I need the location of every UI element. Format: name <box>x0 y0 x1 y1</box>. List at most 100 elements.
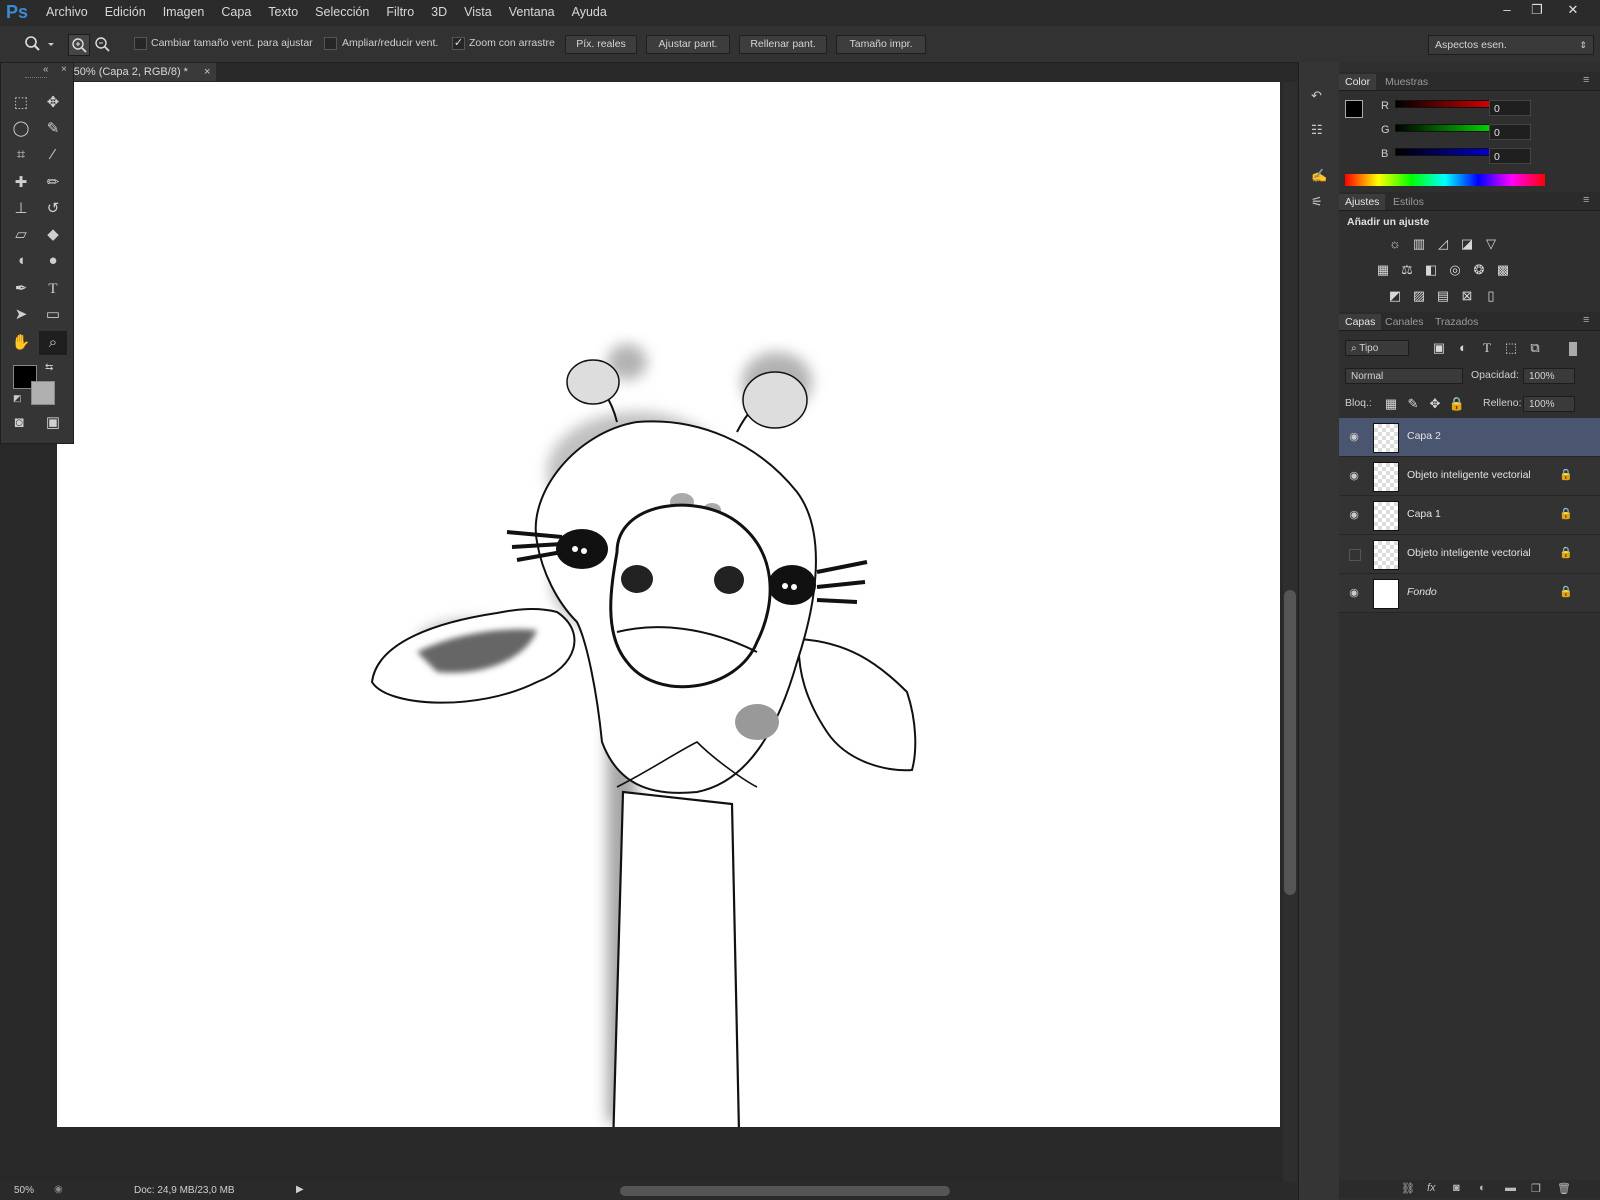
tool-preset-picker[interactable] <box>22 34 58 54</box>
layer-name[interactable]: Capa 1 <box>1407 508 1441 520</box>
horizontal-scrollbar-thumb[interactable] <box>620 1186 950 1196</box>
tab-channels[interactable]: Canales <box>1379 314 1430 330</box>
fill-screen-button[interactable]: Rellenar pant. <box>739 35 827 54</box>
visibility-toggle-hidden[interactable] <box>1349 549 1361 561</box>
photo-filter-icon[interactable]: ◎ <box>1445 260 1465 280</box>
zoom-all-windows-checkbox[interactable] <box>324 37 337 50</box>
history-brush-tool-icon[interactable]: ↺ <box>39 197 67 221</box>
tab-paths[interactable]: Trazados <box>1429 314 1484 330</box>
actual-pixels-button[interactable]: Píx. reales <box>565 35 637 54</box>
visibility-eye-icon[interactable]: ◉ <box>1347 508 1361 522</box>
brightness-contrast-icon[interactable]: ☼ <box>1385 234 1405 254</box>
black-white-icon[interactable]: ◧ <box>1421 260 1441 280</box>
color-foreground-swatch[interactable] <box>1345 100 1363 118</box>
clone-stamp-tool-icon[interactable]: ⊥ <box>7 197 35 221</box>
zoom-level[interactable]: 50% <box>14 1185 34 1196</box>
workspace-select[interactable]: Aspectos esen. ⇕ <box>1428 35 1594 55</box>
menu-texto[interactable]: Texto <box>268 5 298 19</box>
path-selection-tool-icon[interactable]: ➤ <box>7 303 35 327</box>
swap-colors-icon[interactable]: ⇆ <box>45 362 53 373</box>
eraser-tool-icon[interactable]: ▱ <box>7 223 35 247</box>
fit-screen-button[interactable]: Ajustar pant. <box>646 35 730 54</box>
zoom-tool-icon[interactable]: ⌕ <box>39 331 67 355</box>
hand-tool-icon[interactable]: ✋ <box>7 331 35 355</box>
canvas[interactable] <box>57 82 1280 1200</box>
filter-shape-icon[interactable]: ⬚ <box>1501 338 1521 358</box>
status-menu-arrow-icon[interactable]: ▶ <box>296 1184 304 1195</box>
new-layer-icon[interactable]: ❐ <box>1531 1182 1541 1195</box>
filter-pixel-icon[interactable]: ▣ <box>1429 338 1449 358</box>
channel-mixer-icon[interactable]: ❂ <box>1469 260 1489 280</box>
layer-row[interactable]: Objeto inteligente vectorial 🔒 <box>1339 535 1600 574</box>
background-color-swatch[interactable] <box>31 381 55 405</box>
visibility-eye-icon[interactable]: ◉ <box>1347 430 1361 444</box>
add-mask-icon[interactable]: ◙ <box>1453 1182 1460 1194</box>
delete-layer-icon[interactable]: 🗑 <box>1557 1182 1571 1195</box>
document-tab-close-icon[interactable]: × <box>204 63 210 81</box>
color-balance-icon[interactable]: ⚖ <box>1397 260 1417 280</box>
dodge-tool-icon[interactable]: ● <box>39 249 67 273</box>
b-channel-input[interactable]: 0 <box>1489 148 1531 164</box>
brush-panel-icon[interactable]: ✍ <box>1311 168 1329 186</box>
layer-style-icon[interactable]: fx <box>1427 1182 1436 1194</box>
panel-grip[interactable] <box>25 77 47 80</box>
link-layers-icon[interactable]: ⛓ <box>1401 1182 1415 1195</box>
restore-button[interactable]: ❐ <box>1524 1 1550 21</box>
quick-mask-icon[interactable]: ◙ <box>5 411 33 435</box>
panel-menu-icon[interactable]: ≡ <box>1583 314 1589 326</box>
quick-selection-tool-icon[interactable]: ✎ <box>39 117 67 141</box>
tab-adjustments[interactable]: Ajustes <box>1339 194 1386 210</box>
color-spectrum-ramp[interactable] <box>1345 174 1545 186</box>
menu-capa[interactable]: Capa <box>221 5 251 19</box>
brush-tool-icon[interactable]: ✏ <box>39 171 67 195</box>
status-info-icon[interactable]: ◉ <box>54 1184 63 1195</box>
rectangle-tool-icon[interactable]: ▭ <box>39 303 67 327</box>
properties-panel-icon[interactable]: ☷ <box>1311 122 1329 140</box>
filter-toggle-switch[interactable] <box>1569 342 1577 356</box>
document-tab[interactable]: al 50% (Capa 2, RGB/8) * × <box>56 63 216 81</box>
menu-imagen[interactable]: Imagen <box>163 5 205 19</box>
close-panel-icon[interactable]: × <box>61 64 67 75</box>
collapse-panel-icon[interactable]: « <box>43 64 49 75</box>
blend-mode-select[interactable]: Normal <box>1345 368 1463 384</box>
r-channel-input[interactable]: 0 <box>1489 100 1531 116</box>
curves-icon[interactable]: ◿ <box>1433 234 1453 254</box>
menu-archivo[interactable]: Archivo <box>46 5 88 19</box>
opacity-input[interactable]: 100% <box>1523 368 1575 384</box>
lock-transparency-icon[interactable]: ▦ <box>1381 394 1401 414</box>
panel-menu-icon[interactable]: ≡ <box>1583 194 1589 206</box>
scrubby-zoom-checkbox[interactable]: ✓ <box>452 37 465 50</box>
exposure-icon[interactable]: ◪ <box>1457 234 1477 254</box>
layer-row[interactable]: ◉ Capa 2 <box>1339 418 1600 457</box>
paint-bucket-tool-icon[interactable]: ◆ <box>39 223 67 247</box>
menu-seleccion[interactable]: Selección <box>315 5 369 19</box>
crop-tool-icon[interactable]: ⌗ <box>7 143 35 167</box>
vertical-scrollbar-thumb[interactable] <box>1284 590 1296 895</box>
layer-row[interactable]: ◉ Fondo 🔒 <box>1339 574 1600 613</box>
menu-ventana[interactable]: Ventana <box>509 5 555 19</box>
zoom-in-mode-button[interactable] <box>68 34 90 56</box>
lock-all-icon[interactable]: 🔒 <box>1447 394 1467 414</box>
layer-name[interactable]: Objeto inteligente vectorial <box>1407 547 1531 559</box>
g-channel-input[interactable]: 0 <box>1489 124 1531 140</box>
invert-icon[interactable]: ◩ <box>1385 286 1405 306</box>
tab-color[interactable]: Color <box>1339 74 1377 90</box>
layer-name[interactable]: Capa 2 <box>1407 430 1441 442</box>
filter-smart-object-icon[interactable]: ⧉ <box>1525 338 1545 358</box>
menu-vista[interactable]: Vista <box>464 5 492 19</box>
panel-menu-icon[interactable]: ≡ <box>1583 74 1589 86</box>
print-size-button[interactable]: Tamaño impr. <box>836 35 926 54</box>
pen-tool-icon[interactable]: ✒ <box>7 277 35 301</box>
vibrance-icon[interactable]: ▽ <box>1481 234 1501 254</box>
gradient-map-icon[interactable]: ▯ <box>1481 286 1501 306</box>
new-group-icon[interactable]: ▬ <box>1505 1182 1516 1194</box>
blur-tool-icon[interactable]: ◖ <box>7 249 35 273</box>
default-colors-icon[interactable]: ◩ <box>13 393 22 404</box>
color-lookup-icon[interactable]: ▩ <box>1493 260 1513 280</box>
threshold-icon[interactable]: ▤ <box>1433 286 1453 306</box>
brush-presets-icon[interactable]: ⚟ <box>1311 194 1329 212</box>
eyedropper-tool-icon[interactable]: ⁄ <box>39 143 67 167</box>
layer-filter-select[interactable]: ⌕ Tipo <box>1345 340 1409 356</box>
move-tool-icon[interactable]: ✥ <box>39 91 67 115</box>
menu-edicion[interactable]: Edición <box>105 5 146 19</box>
